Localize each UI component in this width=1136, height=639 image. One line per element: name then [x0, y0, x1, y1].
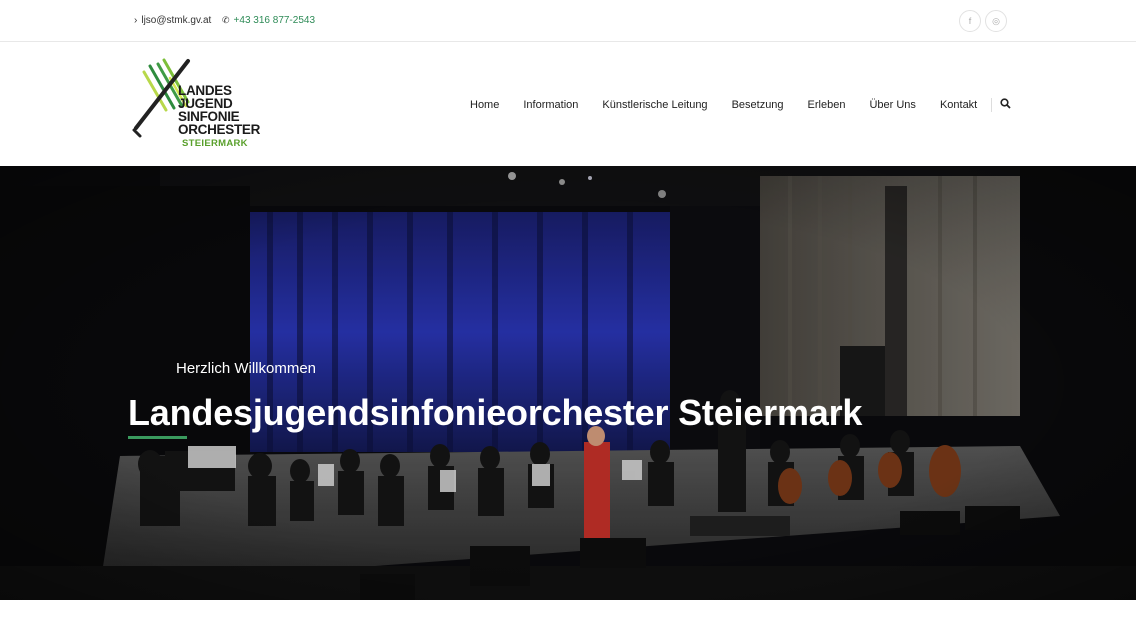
title-accent-line — [128, 436, 187, 439]
facebook-icon[interactable]: f — [959, 10, 981, 32]
hero-title: Landesjugendsinfonieorchester Steiermark — [128, 392, 863, 433]
email-link[interactable]: › ljso@stmk.gv.at — [134, 15, 211, 26]
main-nav: Home Information Künstlerische Leitung B… — [470, 98, 1011, 112]
phone-link[interactable]: ✆ +43 316 877-2543 — [222, 15, 315, 26]
nav-ueber-uns[interactable]: Über Uns — [869, 99, 915, 111]
phone-icon: ✆ — [222, 15, 230, 25]
nav-information[interactable]: Information — [523, 99, 578, 111]
nav-besetzung[interactable]: Besetzung — [732, 99, 784, 111]
hero-banner: Herzlich Willkommen Landesjugendsinfonie… — [0, 166, 1136, 600]
chevron-right-icon: › — [134, 15, 138, 26]
nav-kuenstlerische-leitung[interactable]: Künstlerische Leitung — [602, 99, 707, 111]
logo-subtitle: STEIERMARK — [182, 138, 248, 149]
top-bar: › ljso@stmk.gv.at ✆ +43 316 877-2543 f ◎ — [0, 0, 1136, 42]
nav-home[interactable]: Home — [470, 99, 499, 111]
hero-concert-image — [0, 166, 1136, 600]
nav-erleben[interactable]: Erleben — [808, 99, 846, 111]
nav-kontakt[interactable]: Kontakt — [940, 99, 977, 111]
hero-subtitle: Herzlich Willkommen — [176, 360, 317, 377]
content-section — [0, 600, 1136, 639]
search-icon[interactable] — [1000, 98, 1011, 112]
phone-text: +43 316 877-2543 — [233, 15, 316, 26]
site-logo[interactable]: LANDES JUGEND SINFONIE ORCHESTER STEIERM… — [130, 58, 260, 152]
nav-divider — [991, 98, 993, 112]
site-header: LANDES JUGEND SINFONIE ORCHESTER STEIERM… — [0, 42, 1136, 166]
logo-wordmark: LANDES JUGEND SINFONIE ORCHESTER — [178, 83, 261, 137]
instagram-icon[interactable]: ◎ — [985, 10, 1007, 32]
email-text: ljso@stmk.gv.at — [141, 15, 212, 26]
